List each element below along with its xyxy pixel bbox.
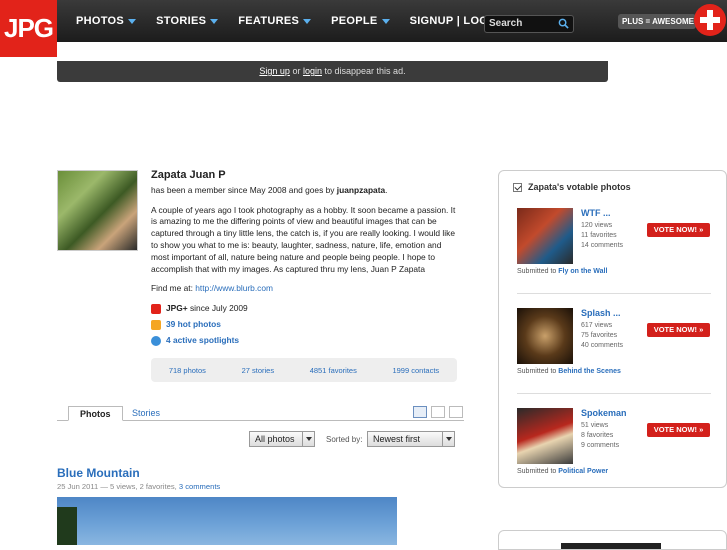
chevron-down-icon xyxy=(128,18,137,24)
vote-thumbnail[interactable] xyxy=(517,308,573,364)
post-image[interactable] xyxy=(57,497,397,545)
vote-title[interactable]: WTF ... xyxy=(581,208,611,218)
chevron-down-icon xyxy=(210,18,219,24)
ad-bar: Sign up or login to disappear this ad. xyxy=(57,61,608,82)
chevron-down-icon xyxy=(442,432,454,446)
tab-stories[interactable]: Stories xyxy=(121,406,171,421)
plus-badge[interactable]: PLUS = AWESOME xyxy=(618,14,696,29)
plus-icon xyxy=(151,304,161,315)
top-bar: PHOTOS STORIES FEATURES PEOPLE SIGNUP | … xyxy=(0,0,727,42)
comments-link[interactable]: 3 comments xyxy=(179,482,220,491)
avatar[interactable] xyxy=(57,170,138,251)
search-icon[interactable] xyxy=(558,18,569,29)
badge-jpg-plus: JPG+ since July 2009 xyxy=(151,303,457,315)
vote-title[interactable]: Spokeman xyxy=(581,408,627,418)
spotlight-icon xyxy=(151,335,161,346)
chevron-down-icon xyxy=(381,18,390,24)
small-grid-view-icon[interactable] xyxy=(431,406,445,418)
vote-thumbnail[interactable] xyxy=(517,408,573,464)
category-link[interactable]: Fly on the Wall xyxy=(558,268,607,275)
profile-stats: 718 photos 27 stories 4851 favorites 199… xyxy=(151,358,457,382)
grid-view-icon[interactable] xyxy=(413,406,427,418)
submitted-to: Submitted to Fly on the Wall xyxy=(517,268,608,275)
category-link[interactable]: Behind the Scenes xyxy=(558,368,621,375)
signup-link[interactable]: Sign up xyxy=(259,66,290,76)
category-link[interactable]: Political Power xyxy=(558,468,608,475)
content-tabs: Photos Stories xyxy=(57,405,464,421)
flame-icon xyxy=(151,319,161,330)
vote-now-button[interactable]: VOTE NOW! » xyxy=(647,223,710,237)
vote-thumbnail[interactable] xyxy=(517,208,573,264)
search-input[interactable]: Search xyxy=(484,15,574,33)
sort-select[interactable]: Newest first xyxy=(367,431,455,447)
logo[interactable]: JPG xyxy=(0,0,57,57)
large-view-icon[interactable] xyxy=(449,406,463,418)
divider xyxy=(517,293,711,294)
profile-bio: A couple of years ago I took photography… xyxy=(151,204,456,274)
vote-now-button[interactable]: VOTE NOW! » xyxy=(647,323,710,337)
post-meta: 25 Jun 2011 — 5 views, 2 favorites, 3 co… xyxy=(57,482,221,491)
chevron-down-icon xyxy=(303,18,312,24)
post-title[interactable]: Blue Mountain xyxy=(57,466,140,480)
main-nav: PHOTOS STORIES FEATURES PEOPLE SIGNUP | … xyxy=(76,0,520,42)
find-me-link[interactable]: http://www.blurb.com xyxy=(195,283,273,293)
stat-photos[interactable]: 718 photos xyxy=(169,366,206,375)
member-since: has been a member since May 2008 and goe… xyxy=(151,184,388,195)
vote-now-button[interactable]: VOTE NOW! » xyxy=(647,423,710,437)
vote-item: Spokeman 51 views 8 favorites 9 comments… xyxy=(517,408,711,496)
nav-photos[interactable]: PHOTOS xyxy=(76,15,137,27)
stat-contacts[interactable]: 1999 contacts xyxy=(392,366,439,375)
nav-features[interactable]: FEATURES xyxy=(238,15,312,27)
nav-people[interactable]: PEOPLE xyxy=(331,15,390,27)
checkbox-icon xyxy=(513,182,522,192)
vote-title[interactable]: Splash ... xyxy=(581,308,621,318)
sort-label: Sorted by: xyxy=(326,435,363,444)
tab-photos[interactable]: Photos xyxy=(68,406,123,421)
submitted-to: Submitted to Behind the Scenes xyxy=(517,368,621,375)
badge-hot-photos[interactable]: 39 hot photos xyxy=(151,319,457,331)
plus-icon[interactable] xyxy=(694,4,726,36)
panel-title: Zapata's votable photos xyxy=(513,182,631,192)
stat-favorites[interactable]: 4851 favorites xyxy=(310,366,357,375)
chevron-down-icon xyxy=(302,432,314,446)
profile-name: Zapata Juan P xyxy=(151,169,226,181)
votable-photos-panel: Zapata's votable photos WTF ... 120 view… xyxy=(498,170,727,488)
submitted-to: Submitted to Political Power xyxy=(517,468,609,475)
photo-type-select[interactable]: All photos xyxy=(249,431,315,447)
login-link[interactable]: login xyxy=(303,66,322,76)
vote-item: WTF ... 120 views 11 favorites 14 commen… xyxy=(517,208,711,296)
stat-stories[interactable]: 27 stories xyxy=(242,366,275,375)
find-me: Find me at: http://www.blurb.com xyxy=(151,283,273,294)
divider xyxy=(517,393,711,394)
view-toggle xyxy=(409,406,463,418)
nav-stories[interactable]: STORIES xyxy=(156,15,219,27)
username: juanpzapata xyxy=(336,184,386,195)
badge-spotlights[interactable]: 4 active spotlights xyxy=(151,335,457,347)
profile-info: Zapata Juan P has been a member since Ma… xyxy=(151,169,457,351)
vote-item: Splash ... 617 views 75 favorites 40 com… xyxy=(517,308,711,396)
secondary-panel xyxy=(498,530,727,550)
